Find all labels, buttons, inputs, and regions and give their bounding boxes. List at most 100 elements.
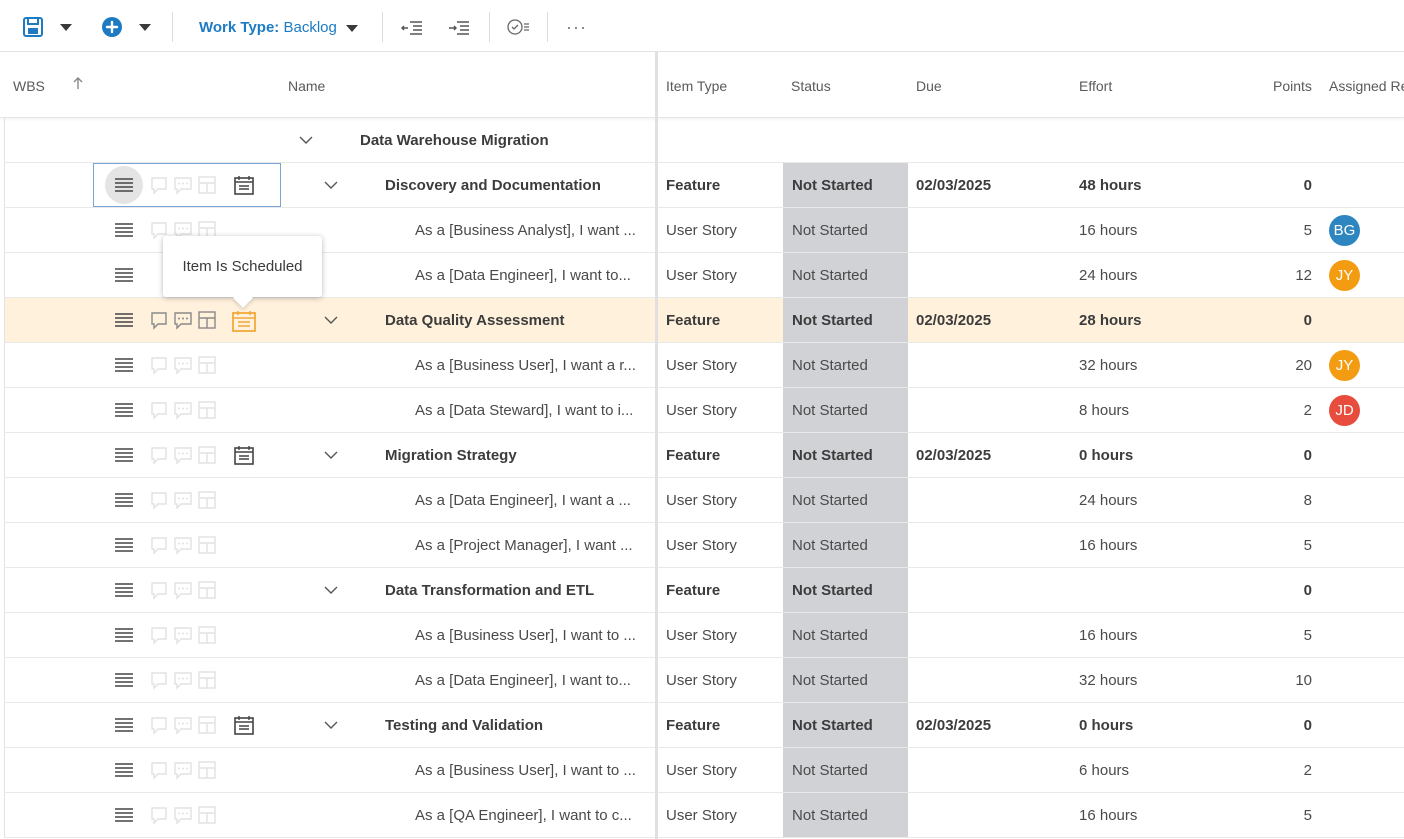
row-status[interactable]: Not Started (783, 658, 908, 702)
row-status[interactable]: Not Started (783, 208, 908, 252)
header-name[interactable]: Name (288, 78, 325, 94)
row-points[interactable]: 5 (1224, 793, 1312, 837)
row-effort[interactable]: 24 hours (1079, 478, 1137, 522)
comment-icon[interactable] (173, 445, 195, 465)
note-icon[interactable] (149, 400, 171, 420)
row-name[interactable]: As a [Data Steward], I want to i... (415, 388, 653, 432)
row-due[interactable]: 02/03/2025 (916, 433, 991, 477)
row-points[interactable]: 2 (1224, 748, 1312, 792)
table-row[interactable]: As a [QA Engineer], I want to c... User … (4, 793, 1404, 838)
row-points[interactable]: 5 (1224, 208, 1312, 252)
row-points[interactable]: 10 (1224, 658, 1312, 702)
check-list-icon[interactable] (507, 13, 531, 41)
board-icon[interactable] (197, 310, 219, 330)
drag-handle-icon[interactable] (113, 265, 135, 285)
note-icon[interactable] (149, 580, 171, 600)
header-due[interactable]: Due (916, 78, 942, 94)
header-item-type[interactable]: Item Type (666, 78, 727, 94)
row-name[interactable]: As a [Business User], I want a r... (415, 343, 653, 387)
note-icon[interactable] (149, 490, 171, 510)
row-status[interactable]: Not Started (783, 703, 908, 747)
board-icon[interactable] (197, 670, 219, 690)
row-points[interactable]: 5 (1224, 613, 1312, 657)
row-due[interactable]: 02/03/2025 (916, 298, 991, 342)
row-status[interactable]: Not Started (783, 253, 908, 297)
note-icon[interactable] (149, 760, 171, 780)
row-status[interactable]: Not Started (783, 613, 908, 657)
drag-handle-icon[interactable] (113, 760, 135, 780)
collapse-chevron-icon[interactable] (323, 312, 339, 328)
row-effort[interactable]: 32 hours (1079, 343, 1137, 387)
row-points[interactable]: 2 (1224, 388, 1312, 432)
column-divider[interactable] (655, 52, 658, 839)
add-dropdown-icon[interactable] (139, 13, 151, 41)
calendar-icon[interactable] (233, 715, 255, 735)
row-points[interactable]: 12 (1224, 253, 1312, 297)
table-row[interactable]: As a [Data Engineer], I want a ... User … (4, 478, 1404, 523)
board-icon[interactable] (197, 175, 219, 195)
header-wbs[interactable]: WBS (13, 78, 45, 94)
indent-icon[interactable] (448, 13, 470, 41)
drag-handle-icon[interactable] (113, 805, 135, 825)
row-status[interactable]: Not Started (783, 433, 908, 477)
header-effort[interactable]: Effort (1079, 78, 1112, 94)
row-status[interactable]: Not Started (783, 478, 908, 522)
avatar[interactable]: JY (1329, 260, 1360, 291)
row-name[interactable]: As a [Business User], I want to ... (415, 613, 653, 657)
row-points[interactable]: 5 (1224, 523, 1312, 567)
row-status[interactable]: Not Started (783, 343, 908, 387)
save-dropdown-icon[interactable] (60, 13, 72, 41)
row-status[interactable]: Not Started (783, 748, 908, 792)
collapse-chevron-icon[interactable] (298, 132, 314, 148)
row-name[interactable]: As a [QA Engineer], I want to c... (415, 793, 653, 837)
comment-icon[interactable] (173, 310, 195, 330)
row-name[interactable]: Discovery and Documentation (385, 163, 655, 207)
comment-icon[interactable] (173, 625, 195, 645)
collapse-chevron-icon[interactable] (323, 582, 339, 598)
row-status[interactable]: Not Started (783, 568, 908, 612)
row-name[interactable]: Testing and Validation (385, 703, 655, 747)
avatar[interactable]: BG (1329, 215, 1360, 246)
table-row[interactable]: As a [Business User], I want to ... User… (4, 748, 1404, 793)
drag-handle-icon[interactable] (113, 400, 135, 420)
board-icon[interactable] (197, 805, 219, 825)
row-effort[interactable]: 48 hours (1079, 163, 1142, 207)
drag-handle-icon[interactable] (113, 490, 135, 510)
drag-handle-icon[interactable] (113, 670, 135, 690)
drag-handle-icon[interactable] (113, 355, 135, 375)
row-status[interactable]: Not Started (783, 388, 908, 432)
drag-handle-icon[interactable] (113, 535, 135, 555)
more-options-icon[interactable]: ··· (566, 13, 587, 41)
row-name[interactable]: As a [Business Analyst], I want ... (415, 208, 653, 252)
row-points[interactable]: 0 (1224, 568, 1312, 612)
row-effort[interactable]: 6 hours (1079, 748, 1129, 792)
add-icon[interactable] (101, 13, 123, 41)
header-points[interactable]: Points (1273, 78, 1312, 94)
save-icon[interactable] (22, 13, 44, 41)
row-name[interactable]: As a [Data Engineer], I want to... (415, 253, 653, 297)
row-name[interactable]: Data Quality Assessment (385, 298, 655, 342)
note-icon[interactable] (149, 625, 171, 645)
row-status[interactable]: Not Started (783, 163, 908, 207)
calendar-icon[interactable] (233, 445, 255, 465)
board-icon[interactable] (197, 580, 219, 600)
note-icon[interactable] (149, 445, 171, 465)
drag-handle-icon[interactable] (113, 220, 135, 240)
comment-icon[interactable] (173, 670, 195, 690)
collapse-chevron-icon[interactable] (323, 717, 339, 733)
drag-handle-icon[interactable] (113, 580, 135, 600)
board-icon[interactable] (197, 445, 219, 465)
row-effort[interactable]: 24 hours (1079, 253, 1137, 297)
sort-ascending-icon[interactable] (72, 76, 84, 93)
drag-handle-icon[interactable] (113, 715, 135, 735)
note-icon[interactable] (149, 805, 171, 825)
note-icon[interactable] (149, 310, 171, 330)
comment-icon[interactable] (173, 490, 195, 510)
table-row[interactable]: Migration Strategy Feature Not Started 0… (4, 433, 1404, 478)
drag-handle-icon[interactable] (113, 625, 135, 645)
comment-icon[interactable] (173, 715, 195, 735)
drag-handle-icon[interactable] (113, 445, 135, 465)
avatar[interactable]: JD (1329, 395, 1360, 426)
group-row[interactable]: Data Warehouse Migration (4, 118, 1404, 163)
table-row[interactable]: Data Transformation and ETL Feature Not … (4, 568, 1404, 613)
